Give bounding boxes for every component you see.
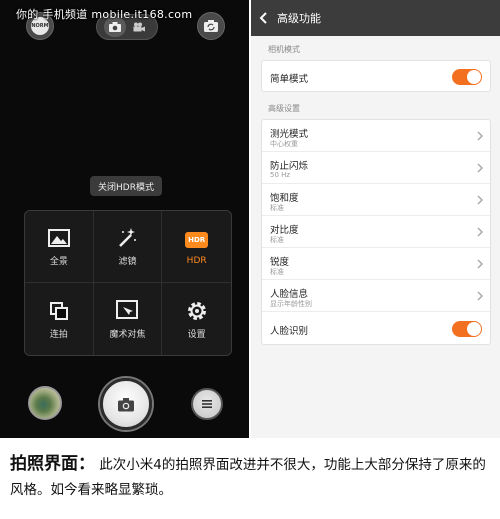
shutter-button[interactable]	[100, 378, 152, 430]
setting-value: 标准	[270, 268, 284, 276]
mode-label: 全景	[49, 257, 68, 267]
setting-value: 标准	[270, 236, 284, 244]
setting-title: 防止闪烁	[270, 161, 309, 172]
refocus-icon	[115, 299, 139, 323]
camera-bottom-bar	[0, 370, 249, 438]
page-title: 高级功能	[277, 12, 321, 25]
caption-lead: 拍照界面：	[10, 454, 95, 474]
setting-row-metering[interactable]: 测光模式 中心权重	[262, 120, 492, 152]
mode-hdr[interactable]: HDR HDR	[162, 211, 231, 283]
mode-label: 连拍	[49, 329, 68, 340]
mode-label: 设置	[187, 329, 206, 340]
camera-screen: NORM 你的 手机频道 mobile.it168.com 关闭HDR模式 全景	[0, 0, 249, 438]
advanced-settings-screen: 高级功能 相机模式 简单模式 高级设置 测光模式 中心权重 防止闪烁 50 Hz…	[251, 0, 500, 438]
setting-title: 饱和度	[270, 193, 299, 204]
mode-burst[interactable]: 连拍	[25, 283, 94, 355]
gallery-thumbnail[interactable]	[28, 386, 62, 420]
menu-icon	[202, 400, 212, 408]
switch-camera-button[interactable]	[197, 12, 225, 40]
setting-value: 中心权重	[270, 140, 298, 148]
setting-title: 简单模式	[270, 74, 309, 85]
chevron-right-icon	[477, 163, 484, 173]
face-detect-toggle[interactable]	[452, 321, 482, 337]
mode-filter[interactable]: 滤镜	[93, 211, 163, 283]
setting-row-contrast[interactable]: 对比度 标准	[262, 216, 492, 248]
panorama-icon	[47, 226, 71, 250]
setting-row-sharpness[interactable]: 锐度 标准	[262, 248, 492, 280]
chevron-right-icon	[477, 291, 484, 301]
setting-row-simple-mode[interactable]: 简单模式	[262, 61, 492, 93]
chevron-right-icon	[477, 195, 484, 205]
setting-title: 人脸识别	[270, 326, 309, 337]
camera-mode-card: 简单模式	[261, 60, 491, 92]
mode-label: HDR	[186, 255, 207, 266]
setting-title: 测光模式	[270, 129, 309, 140]
chevron-right-icon	[477, 131, 484, 141]
chevron-right-icon	[477, 259, 484, 269]
mode-menu-button[interactable]	[191, 388, 223, 420]
section-label-camera-mode: 相机模式	[268, 45, 300, 54]
setting-title: 对比度	[270, 225, 299, 236]
setting-title: 锐度	[270, 257, 290, 268]
setting-row-face-detect[interactable]: 人脸识别	[262, 312, 492, 344]
site-watermark: 你的 手机频道 mobile.it168.com	[16, 8, 193, 21]
mode-panorama[interactable]: 全景	[25, 211, 94, 283]
back-arrow-icon[interactable]	[259, 11, 271, 25]
setting-row-anti-flicker[interactable]: 防止闪烁 50 Hz	[262, 152, 492, 184]
switch-camera-icon	[204, 20, 218, 32]
mode-settings[interactable]: 设置	[162, 283, 231, 355]
settings-header: 高级功能	[251, 0, 500, 36]
mode-label: 魔术对焦	[109, 329, 146, 340]
camera-icon	[118, 397, 134, 411]
gear-icon	[185, 299, 209, 323]
advanced-settings-card: 测光模式 中心权重 防止闪烁 50 Hz 饱和度 标准 对比度 标准 锐度 标准…	[261, 119, 492, 345]
mode-label: 滤镜	[118, 257, 137, 267]
setting-value: 显示年龄性别	[270, 300, 312, 308]
setting-value: 标准	[270, 204, 284, 212]
section-label-advanced: 高级设置	[268, 104, 300, 113]
chevron-right-icon	[477, 227, 484, 237]
setting-row-face-info[interactable]: 人脸信息 显示年龄性别	[262, 280, 492, 312]
setting-row-saturation[interactable]: 饱和度 标准	[262, 184, 492, 216]
hdr-toast: 关闭HDR模式	[90, 176, 162, 196]
mode-refocus[interactable]: 魔术对焦	[94, 283, 163, 355]
simple-mode-toggle[interactable]	[452, 69, 482, 85]
camera-mode-panel: 全景 滤镜 HDR HDR 连拍 魔术对焦 设置	[24, 210, 232, 356]
setting-value: 50 Hz	[270, 171, 291, 179]
burst-icon	[47, 299, 71, 323]
hdr-icon: HDR	[185, 228, 209, 252]
magic-wand-icon	[115, 226, 139, 250]
article-caption: 拍照界面： 此次小米4的拍照界面改进并不很大，功能上大部分保持了原来的风格。如今…	[10, 452, 492, 503]
setting-title: 人脸信息	[270, 289, 309, 300]
